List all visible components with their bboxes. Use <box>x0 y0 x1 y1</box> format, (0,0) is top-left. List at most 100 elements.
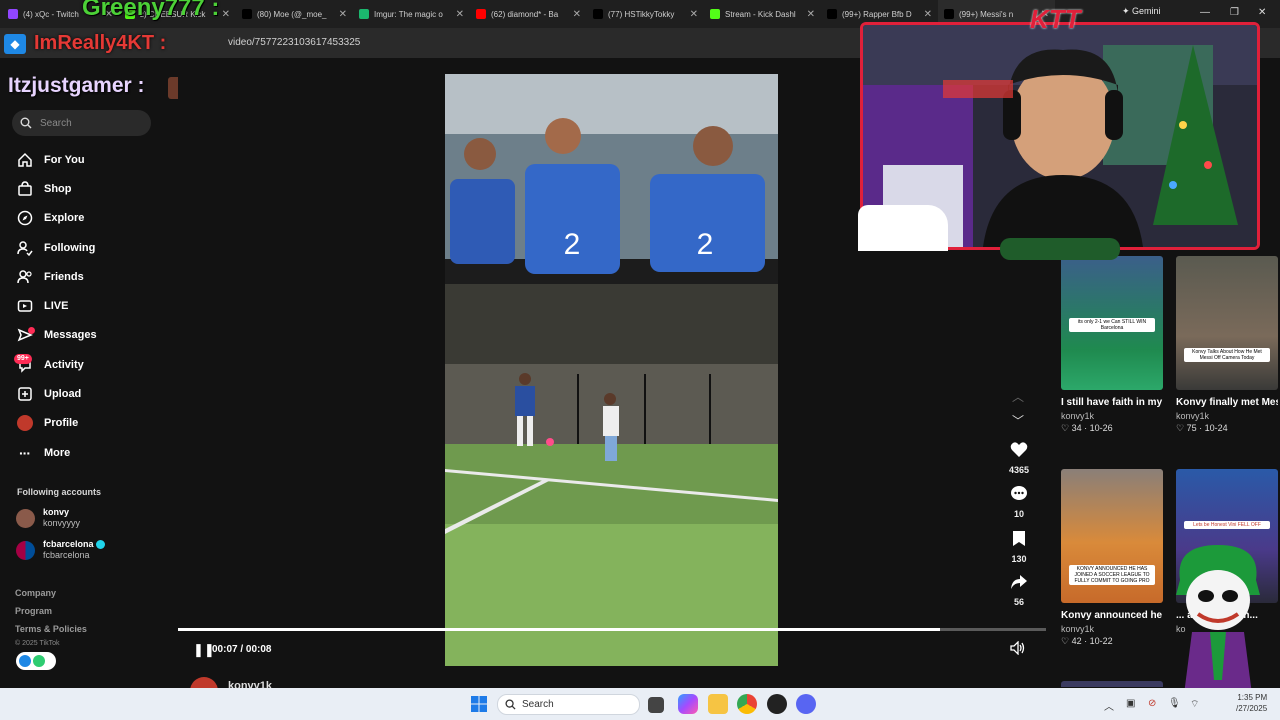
close-tab-icon[interactable]: ✕ <box>807 9 815 20</box>
more-icon: ··· <box>19 444 31 461</box>
like-count: 4365 <box>1008 465 1030 475</box>
close-tab-icon[interactable]: ✕ <box>573 9 581 20</box>
heart-icon: ♡ <box>1061 636 1070 646</box>
close-tab-icon[interactable]: ✕ <box>222 9 230 20</box>
playback-time: 00:07 / 00:08 <box>212 644 272 655</box>
browser-tab[interactable]: (77) HSTikkyTokky ✕ <box>587 0 704 28</box>
thumbnail-caption: Lets be Honest Vini FELL OFF <box>1184 521 1270 529</box>
microphone-icon[interactable]: 🎙 <box>1168 698 1181 709</box>
sidebar-item-upload[interactable]: Upload <box>16 379 166 408</box>
tray-app-icon[interactable]: ▣ <box>1126 698 1135 709</box>
maximize-icon[interactable]: ❐ <box>1230 7 1239 18</box>
recommended-video[interactable]: KONVY ANNOUNCED HE HAS JOINED A SOCCER L… <box>1061 469 1163 647</box>
close-tab-icon[interactable]: ✕ <box>690 9 698 20</box>
tab-favicon-icon <box>593 9 603 19</box>
sidebar-item-label: Upload <box>44 388 82 401</box>
sidebar-item-profile[interactable]: Profile <box>16 409 166 438</box>
video-thumbnail: its only 2-1 we Can STILL WIN Barcelona <box>1061 256 1163 390</box>
windows-taskbar <box>0 688 1280 720</box>
thumbnail-caption: Konvy Talks About How He Met Messi Off C… <box>1184 348 1270 362</box>
bookmark-icon <box>1013 531 1025 546</box>
snow-decoration <box>858 205 948 251</box>
video-meta: ♡ 75 · 10-24 <box>1176 423 1228 433</box>
close-window-icon[interactable]: ✕ <box>1258 7 1266 18</box>
windows-start-icon[interactable] <box>471 696 487 717</box>
taskbar-search[interactable]: Search <box>497 694 640 715</box>
verified-icon <box>96 540 106 550</box>
discord-icon[interactable] <box>796 694 816 714</box>
sidebar-item-for-you[interactable]: For You <box>16 145 166 174</box>
tray-status-icon[interactable]: ⊘ <box>1148 698 1156 709</box>
file-explorer-icon[interactable] <box>708 694 728 714</box>
taskbar-clock[interactable]: 1:35 PM/27/2025 <box>1236 692 1267 714</box>
video-frame[interactable]: 2 2 <box>445 74 778 666</box>
tray-chevron-icon[interactable]: ︿ <box>1104 698 1114 713</box>
sidebar-item-shop[interactable]: Shop <box>16 174 166 203</box>
close-tab-icon[interactable]: ✕ <box>924 9 932 20</box>
comment-button[interactable]: 10 <box>1002 485 1036 519</box>
video-author: konvy1k <box>1061 624 1095 634</box>
footer-link-terms[interactable]: Terms & Policies <box>15 624 87 634</box>
holly-decoration <box>1000 238 1120 260</box>
overlay-ktt-logo: KTT <box>1030 4 1081 34</box>
previous-video-icon[interactable]: ︿ <box>1012 388 1024 405</box>
browser-tab[interactable]: Imgur: The magic o ✕ <box>353 0 470 28</box>
footer-link-program[interactable]: Program <box>15 606 52 616</box>
save-button[interactable]: 130 <box>1002 530 1036 564</box>
sidebar-item-friends[interactable]: Friends <box>16 262 166 291</box>
floating-app-pill[interactable] <box>16 652 56 670</box>
gemini-button[interactable]: ✦ Gemini <box>1122 6 1161 17</box>
chrome-icon[interactable] <box>737 694 757 714</box>
recommended-video[interactable]: Konvy Talks About How He Met Messi Off C… <box>1176 256 1278 434</box>
browser-tab[interactable]: (80) Moe (@_moe_ ✕ <box>236 0 353 28</box>
video-thumbnail: KONVY ANNOUNCED HE HAS JOINED A SOCCER L… <box>1061 469 1163 603</box>
tab-favicon-icon <box>827 9 837 19</box>
browser-tab[interactable]: (62) diamond* - Ba ✕ <box>470 0 587 28</box>
share-button[interactable]: 56 <box>1002 574 1036 607</box>
sidebar-item-explore[interactable]: Explore <box>16 204 166 233</box>
following-account-item[interactable]: fcbarcelona fcbarcelona <box>16 539 106 561</box>
wifi-icon[interactable]: ⌔ <box>1190 698 1199 711</box>
search-icon <box>20 117 32 129</box>
sidebar-item-following[interactable]: Following <box>16 233 166 262</box>
sidebar-item-label: Friends <box>44 270 84 283</box>
following-accounts-header: Following accounts <box>17 487 102 497</box>
tab-title: Stream - Kick Dashl <box>725 9 796 19</box>
save-count: 130 <box>1011 554 1027 564</box>
close-tab-icon[interactable]: ✕ <box>339 9 347 20</box>
address-url[interactable]: video/7577223103617453325 <box>228 37 360 48</box>
tab-favicon-icon <box>944 9 954 19</box>
account-name: konvy <box>43 507 70 517</box>
messages-badge <box>28 326 35 334</box>
search-input[interactable]: Search <box>12 110 151 136</box>
close-tab-icon[interactable]: ✕ <box>456 9 464 20</box>
recommended-video[interactable]: its only 2-1 we Can STILL WIN Barcelona … <box>1061 256 1163 434</box>
minimize-icon[interactable]: — <box>1200 7 1210 18</box>
copyright-text: © 2025 TikTok <box>15 640 60 647</box>
video-thumbnail: Konvy Talks About How He Met Messi Off C… <box>1176 256 1278 390</box>
browser-tab[interactable]: Stream - Kick Dashl ✕ <box>704 0 821 28</box>
overlay-chat-name-greeny: Greeny777 : <box>82 0 220 21</box>
task-view-icon[interactable] <box>648 697 664 713</box>
video-date: 10-24 <box>1204 423 1228 433</box>
sidebar-item-more[interactable]: ··· More <box>16 438 166 467</box>
app-logo-icon: ◆ <box>4 34 26 54</box>
copilot-icon[interactable] <box>678 694 698 714</box>
sidebar-item-messages[interactable]: Messages <box>16 321 166 350</box>
volume-icon[interactable] <box>1010 640 1026 660</box>
video-caption: Konvy announced he has joined a soccer..… <box>1061 610 1163 621</box>
video-meta: ♡ 42 · 10-22 <box>1061 636 1113 646</box>
tab-favicon-icon <box>242 9 252 19</box>
video-meta: ♡ 34 · 10-26 <box>1061 423 1113 433</box>
recommended-video-thumbnail-partial[interactable] <box>1061 681 1163 687</box>
thumbnail-caption: its only 2-1 we Can STILL WIN Barcelona <box>1069 318 1155 332</box>
sidebar-item-live[interactable]: LIVE <box>16 291 166 320</box>
view-count: 75 <box>1186 423 1197 433</box>
like-button[interactable]: 4365 <box>1002 441 1036 475</box>
sidebar-item-activity[interactable]: 99+ Activity <box>14 350 166 379</box>
footer-link-company[interactable]: Company <box>15 588 56 598</box>
next-video-icon[interactable]: ﹀ <box>1012 412 1024 429</box>
following-account-item[interactable]: konvy konvyyyy <box>16 507 80 529</box>
sidebar-item-label: More <box>44 446 71 459</box>
app-icon[interactable] <box>767 694 787 714</box>
